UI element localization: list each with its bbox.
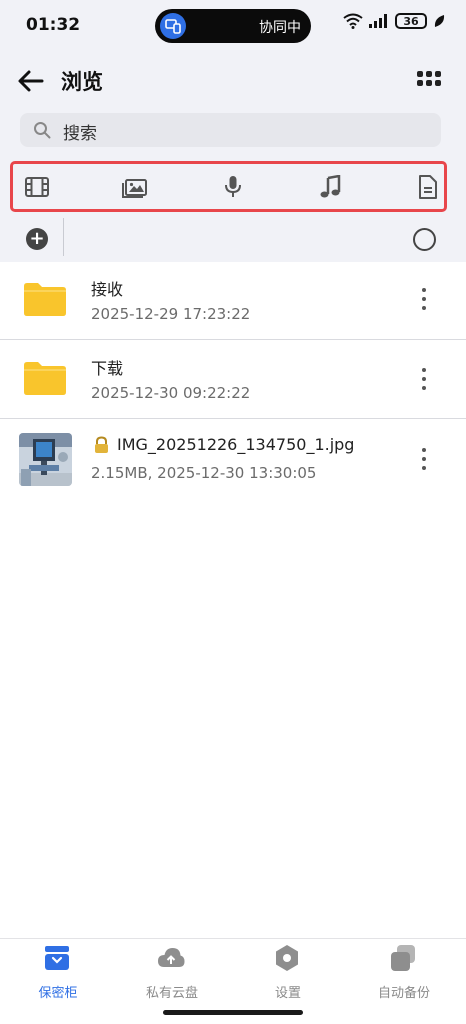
toolbar-divider [63,218,64,256]
item-name: IMG_20251226_134750_1.jpg [117,435,355,454]
collab-status: 协同中 [259,20,301,36]
more-options-icon[interactable] [419,448,429,470]
tab-auto-backup[interactable]: 自动备份 [346,943,462,1003]
page-title: 浏览 [61,70,103,94]
tab-settings[interactable]: 设置 [230,943,346,1003]
item-name: 下载 [91,359,124,378]
select-all-toggle[interactable] [413,228,436,251]
item-date: 2025-12-30 09:22:22 [91,384,251,402]
status-time: 01:32 [26,15,81,35]
status-icons: 36 [343,13,445,29]
search-input[interactable]: 搜索 [63,119,97,144]
more-options-icon[interactable] [419,368,429,390]
category-filter-bar [10,161,447,212]
wifi-icon [343,13,363,29]
battery-indicator: 36 [395,13,427,29]
music-icon[interactable] [317,175,343,199]
dynamic-island[interactable]: 协同中 [155,9,311,43]
settings-icon [276,945,298,971]
arrow-left-icon [18,70,44,92]
add-button[interactable]: + [26,228,48,250]
more-options-icon[interactable] [419,288,429,310]
vault-icon [45,946,69,970]
tab-cloud[interactable]: 私有云盘 [114,943,230,1003]
video-icon[interactable] [24,175,50,199]
signal-icon [369,14,387,28]
image-icon[interactable] [122,175,148,199]
document-icon[interactable] [415,175,441,199]
tab-label: 私有云盘 [145,986,198,1001]
folder-icon [24,362,66,395]
search-icon [34,122,51,139]
item-name: 接收 [91,280,124,299]
item-date: 2025-12-29 17:23:22 [91,305,251,323]
grid-menu-button[interactable] [417,71,441,91]
list-item[interactable]: 下载 2025-12-30 09:22:22 [0,340,466,418]
list-item[interactable]: 接收 2025-12-29 17:23:22 [0,262,466,340]
item-meta: 2.15MB, 2025-12-30 13:30:05 [91,464,317,482]
back-button[interactable] [16,66,46,96]
bottom-divider [0,938,466,939]
multi-screen-icon [160,13,186,39]
leaf-icon [434,15,445,27]
cloud-icon [158,948,185,967]
folder-icon [24,283,66,316]
tab-label: 保密柜 [38,986,78,1001]
tab-vault[interactable]: 保密柜 [0,943,116,1003]
tab-label: 设置 [274,986,301,1001]
tab-label: 自动备份 [377,986,430,1001]
search-bar[interactable]: 搜索 [20,113,441,147]
home-indicator[interactable] [163,1010,303,1015]
backup-icon [391,945,415,971]
microphone-icon[interactable] [220,175,246,199]
image-thumbnail [19,433,72,486]
lock-icon [95,436,108,453]
